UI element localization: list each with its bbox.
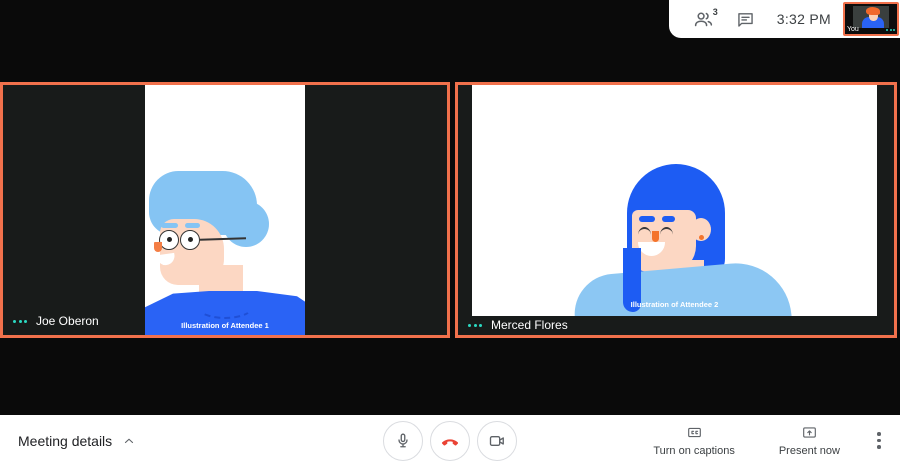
attendee-1-caption: Illustration of Attendee 1 — [145, 321, 305, 330]
video-tile-joe-oberon[interactable]: Illustration of Attendee 1 Joe Oberon — [0, 82, 450, 338]
audio-activity-icon — [468, 324, 482, 327]
present-now-button[interactable]: Present now — [757, 424, 862, 457]
attendee-1-video: Illustration of Attendee 1 — [145, 85, 305, 335]
more-options-button[interactable] — [866, 421, 892, 461]
closed-captions-icon — [686, 424, 703, 441]
attendee-2-video: Illustration of Attendee 2 — [472, 85, 877, 316]
hang-up-icon — [439, 430, 461, 452]
audio-activity-icon — [13, 320, 27, 323]
meeting-details-label: Meeting details — [18, 433, 112, 449]
participant-name-row: Joe Oberon — [13, 314, 99, 328]
present-screen-icon — [801, 424, 818, 441]
attendee-1-face — [160, 219, 224, 285]
present-label: Present now — [779, 445, 840, 457]
secondary-controls: Turn on captions Present now — [631, 415, 892, 466]
participants-count-badge: 3 — [713, 7, 718, 17]
attendee-2-caption: Illustration of Attendee 2 — [472, 300, 877, 309]
audio-activity-icon — [886, 29, 895, 31]
camera-toggle-button[interactable] — [477, 421, 517, 461]
mute-microphone-button[interactable] — [383, 421, 423, 461]
participant-name-row: Merced Flores — [468, 318, 568, 332]
chat-icon — [735, 9, 756, 30]
call-controls — [383, 421, 517, 461]
self-view-thumbnail[interactable]: You — [843, 2, 899, 36]
top-status-bar: 3 3:32 PM You — [669, 0, 900, 38]
camera-icon — [487, 431, 507, 451]
captions-label: Turn on captions — [653, 445, 735, 457]
turn-on-captions-button[interactable]: Turn on captions — [631, 424, 757, 457]
chat-button[interactable] — [725, 0, 767, 38]
self-view-label: You — [847, 26, 859, 33]
leave-call-button[interactable] — [430, 421, 470, 461]
bottom-control-bar: Meeting details — [0, 415, 900, 466]
participant-name: Joe Oberon — [36, 314, 99, 328]
participant-name: Merced Flores — [491, 318, 568, 332]
more-options-icon — [877, 432, 881, 436]
participants-button[interactable]: 3 — [683, 0, 725, 38]
chevron-up-icon — [123, 435, 135, 447]
meeting-details-button[interactable]: Meeting details — [18, 415, 135, 466]
video-tile-merced-flores[interactable]: Illustration of Attendee 2 Merced Flores — [455, 82, 897, 338]
self-avatar-hair — [866, 7, 880, 15]
clock-time: 3:32 PM — [777, 11, 831, 27]
microphone-icon — [393, 431, 413, 451]
